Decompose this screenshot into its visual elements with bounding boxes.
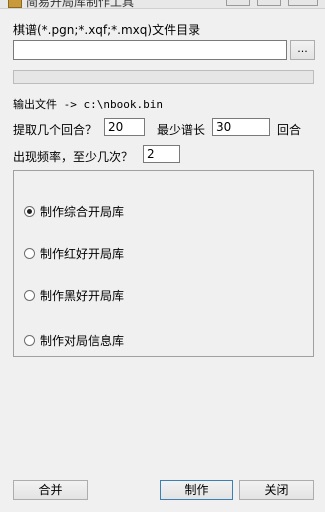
mode-label: 制作综合开局库 xyxy=(40,205,125,219)
app-icon xyxy=(8,0,22,8)
directory-label: 棋谱(*.pgn;*.xqf;*.mxq)文件目录 xyxy=(13,23,201,37)
merge-button[interactable]: 合并 xyxy=(13,480,88,500)
frequency-label: 出现频率，至少几次？ xyxy=(13,150,134,164)
mode-label: 制作黑好开局库 xyxy=(40,289,125,303)
mode-label: 制作红好开局库 xyxy=(40,247,125,261)
radio-icon[interactable] xyxy=(24,206,35,217)
mode-option-game-info[interactable]: 制作对局信息库 xyxy=(24,332,124,349)
maximize-button[interactable] xyxy=(257,0,281,6)
close-button[interactable]: 关闭 xyxy=(239,480,314,500)
mode-group xyxy=(13,170,314,357)
radio-icon[interactable] xyxy=(24,248,35,259)
minimize-button[interactable] xyxy=(226,0,250,6)
radio-icon[interactable] xyxy=(24,290,35,301)
rounds-input[interactable]: 20 xyxy=(104,118,145,136)
min-length-input[interactable]: 30 xyxy=(212,118,270,136)
min-length-unit: 回合 xyxy=(277,123,302,137)
make-button[interactable]: 制作 xyxy=(160,480,233,500)
window-title: 简易开局库制作工具 xyxy=(26,0,135,9)
progress-bar xyxy=(13,70,314,84)
close-window-button[interactable] xyxy=(288,0,318,6)
directory-input[interactable] xyxy=(13,40,287,60)
mode-label: 制作对局信息库 xyxy=(40,334,125,348)
title-bar: 简易开局库制作工具 xyxy=(0,0,325,9)
output-file-label: 输出文件 -> c:\nbook.bin xyxy=(13,98,163,111)
min-length-label: 最少谱长 xyxy=(157,123,206,137)
frequency-input[interactable]: 2 xyxy=(143,145,180,163)
mode-option-red-good[interactable]: 制作红好开局库 xyxy=(24,245,124,262)
radio-icon[interactable] xyxy=(24,335,35,346)
mode-option-combined[interactable]: 制作综合开局库 xyxy=(24,203,124,220)
rounds-label: 提取几个回合？ xyxy=(13,123,98,137)
mode-option-black-good[interactable]: 制作黑好开局库 xyxy=(24,287,124,304)
browse-button[interactable]: ... xyxy=(290,40,315,60)
